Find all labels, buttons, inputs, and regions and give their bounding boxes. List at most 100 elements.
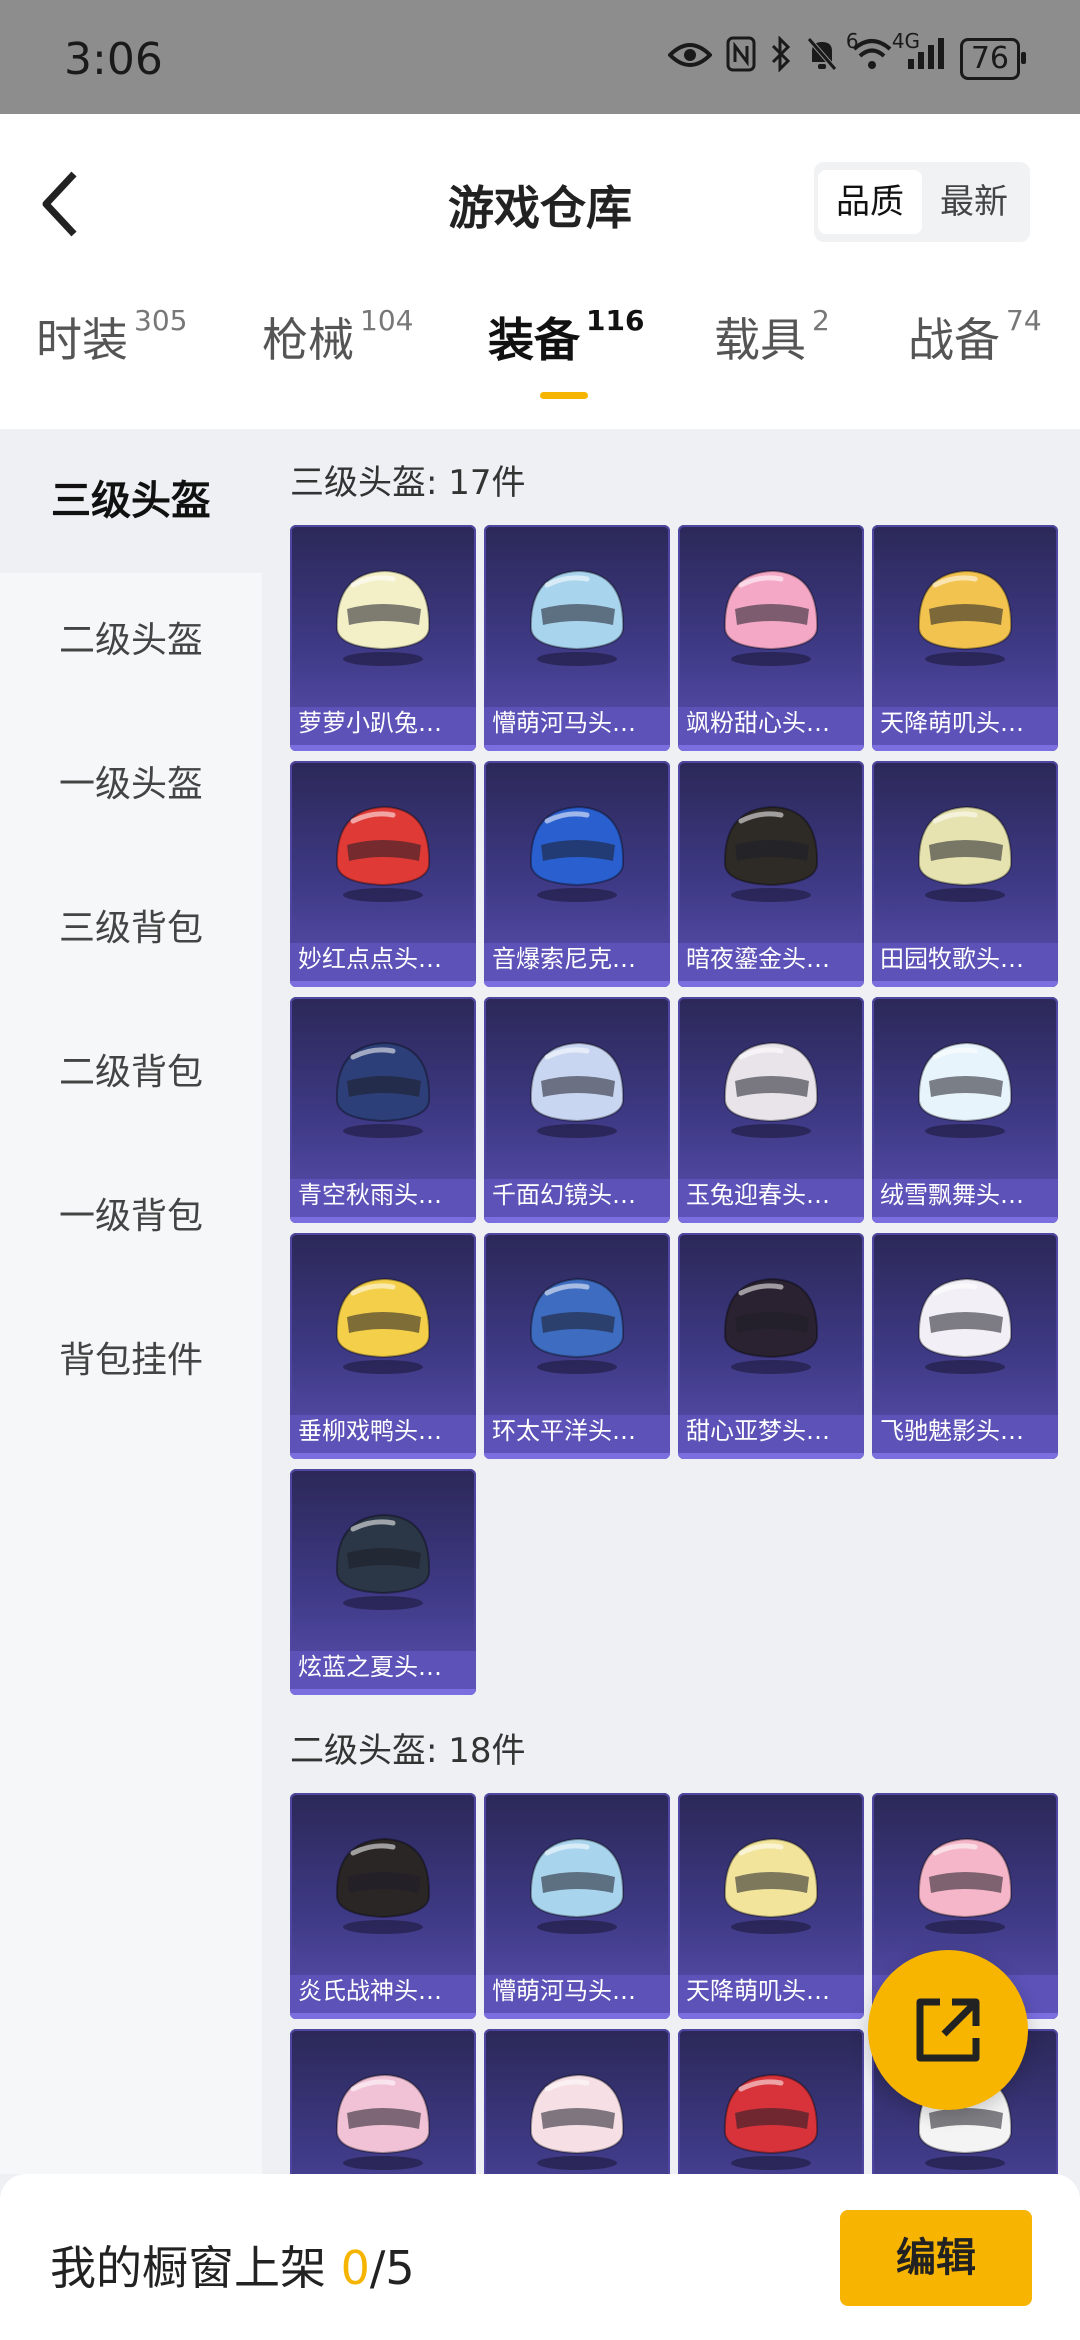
item-card[interactable]: 垂柳戏鸭头… — [290, 1233, 476, 1459]
wifi-icon: 6 — [846, 29, 892, 80]
tab-weapons[interactable]: 枪械 104 — [262, 304, 413, 370]
item-card[interactable]: 懵萌河马头… — [484, 525, 670, 751]
battery-icon: 76 — [959, 37, 1027, 80]
showcase-bar: 我的橱窗上架 0/5 编辑 — [0, 2174, 1080, 2340]
item-name: 玉兔迎春头… — [686, 1181, 830, 1209]
sidebar-item-level1-backpack[interactable]: 一级背包 — [0, 1185, 262, 1249]
tab-equipment[interactable]: 装备 116 — [488, 304, 644, 370]
helmet-icon — [723, 1041, 819, 1138]
category-sidebar: 三级头盔 二级头盔 一级头盔 三级背包 二级背包 一级背包 背包挂件 — [0, 429, 262, 2174]
item-card[interactable]: 炫蓝之夏头… — [290, 1469, 476, 1695]
nfc-icon — [726, 36, 756, 81]
showcase-current-count: 0 — [340, 2241, 370, 2295]
signal-icon: 4G — [892, 29, 946, 80]
item-name: 千面幻镜头… — [492, 1181, 636, 1209]
item-card[interactable] — [290, 2029, 476, 2174]
status-bar: 3:06 6 4G 76 — [0, 0, 1080, 114]
tab-supplies[interactable]: 战备 74 — [908, 304, 1042, 370]
helmet-icon — [917, 1277, 1013, 1374]
sidebar-item-level3-helmet[interactable]: 三级头盔 — [0, 429, 262, 573]
share-button[interactable] — [868, 1950, 1028, 2110]
sidebar-item-level3-backpack[interactable]: 三级背包 — [0, 897, 262, 961]
item-card[interactable] — [484, 2029, 670, 2174]
header: 游戏仓库 品质 最新 时装 305 枪械 104 装备 116 载具 2 战备 74 — [0, 114, 1080, 429]
eye-icon — [666, 38, 713, 79]
helmet-icon — [335, 569, 431, 666]
item-card[interactable]: 玉兔迎春头… — [678, 997, 864, 1223]
edit-button[interactable]: 编辑 — [840, 2210, 1032, 2306]
item-card[interactable]: 天降萌叽头… — [872, 525, 1058, 751]
sidebar-item-level2-helmet[interactable]: 二级头盔 — [0, 609, 262, 673]
showcase-status: 我的橱窗上架 0/5 — [50, 2232, 415, 2298]
external-link-icon — [916, 1998, 980, 2062]
status-time: 3:06 — [64, 34, 163, 85]
wifi-label: 6 — [845, 29, 859, 53]
item-name: 音爆索尼克… — [492, 945, 636, 973]
item-card[interactable]: 千面幻镜头… — [484, 997, 670, 1223]
item-name: 懵萌河马头… — [492, 709, 636, 737]
helmet-icon — [529, 569, 625, 666]
tab-label: 时装 — [36, 313, 128, 367]
helmet-icon — [723, 569, 819, 666]
tab-label: 枪械 — [262, 313, 354, 367]
sidebar-item-level2-backpack[interactable]: 二级背包 — [0, 1041, 262, 1105]
sort-newest-button[interactable]: 最新 — [922, 170, 1026, 234]
item-name: 暗夜鎏金头… — [686, 945, 830, 973]
status-icons: 6 4G 76 — [666, 29, 1027, 81]
helmet-icon — [335, 1277, 431, 1374]
item-card[interactable]: 音爆索尼克… — [484, 761, 670, 987]
item-name: 青空秋雨头… — [298, 1181, 442, 1209]
item-card[interactable] — [678, 2029, 864, 2174]
item-card[interactable]: 炎氏战神头… — [290, 1793, 476, 2019]
tab-count: 2 — [812, 304, 830, 337]
item-card[interactable]: 妙红点点头… — [290, 761, 476, 987]
helmet-icon — [529, 805, 625, 902]
item-card[interactable]: 萝萝小趴兔… — [290, 525, 476, 751]
item-name: 炎氏战神头… — [298, 1977, 442, 2005]
bluetooth-icon — [770, 35, 792, 81]
helmet-icon — [529, 1041, 625, 1138]
item-name: 甜心亚梦头… — [686, 1417, 830, 1445]
helmet-icon — [335, 1513, 431, 1610]
helmet-icon — [529, 1277, 625, 1374]
tab-vehicles[interactable]: 载具 2 — [714, 304, 830, 370]
item-name: 炫蓝之夏头… — [298, 1653, 442, 1681]
helmet-icon — [335, 805, 431, 902]
tab-fashion[interactable]: 时装 305 — [36, 304, 187, 370]
item-name: 天降萌叽头… — [880, 709, 1024, 737]
helmet-icon — [723, 1277, 819, 1374]
item-name: 妙红点点头… — [298, 945, 442, 973]
tab-label: 载具 — [714, 313, 806, 367]
sidebar-item-backpack-charm[interactable]: 背包挂件 — [0, 1329, 262, 1393]
signal-label: 4G — [891, 29, 921, 53]
item-card[interactable]: 环太平洋头… — [484, 1233, 670, 1459]
helmet-icon — [917, 1041, 1013, 1138]
item-grid-area: 三级头盔: 17件 二级头盔: 18件 萝萝小趴兔… 懵萌河马头… 飒粉甜心头… 天降… — [262, 429, 1080, 2174]
tab-label: 战备 — [908, 313, 1000, 367]
mute-icon — [806, 36, 838, 81]
item-card[interactable]: 田园牧歌头… — [872, 761, 1058, 987]
item-card[interactable]: 暗夜鎏金头… — [678, 761, 864, 987]
tab-count: 305 — [134, 304, 188, 337]
helmet-icon — [723, 2073, 819, 2170]
sort-quality-button[interactable]: 品质 — [818, 170, 922, 234]
item-card[interactable]: 绒雪飘舞头… — [872, 997, 1058, 1223]
item-name: 懵萌河马头… — [492, 1977, 636, 2005]
tab-count: 74 — [1006, 304, 1042, 337]
sidebar-item-level1-helmet[interactable]: 一级头盔 — [0, 753, 262, 817]
item-card[interactable]: 飒粉甜心头… — [678, 525, 864, 751]
item-name: 田园牧歌头… — [880, 945, 1024, 973]
helmet-icon — [529, 2073, 625, 2170]
item-name: 环太平洋头… — [492, 1417, 636, 1445]
item-card[interactable]: 天降萌叽头… — [678, 1793, 864, 2019]
item-card[interactable]: 青空秋雨头… — [290, 997, 476, 1223]
helmet-icon — [723, 1837, 819, 1934]
tab-label: 装备 — [488, 313, 580, 367]
item-card[interactable]: 飞驰魅影头… — [872, 1233, 1058, 1459]
item-card[interactable]: 甜心亚梦头… — [678, 1233, 864, 1459]
active-tab-indicator — [540, 392, 588, 399]
item-name: 萝萝小趴兔… — [298, 709, 442, 737]
helmet-icon — [917, 805, 1013, 902]
item-card[interactable]: 懵萌河马头… — [484, 1793, 670, 2019]
showcase-label: 我的橱窗上架 — [50, 2241, 326, 2295]
